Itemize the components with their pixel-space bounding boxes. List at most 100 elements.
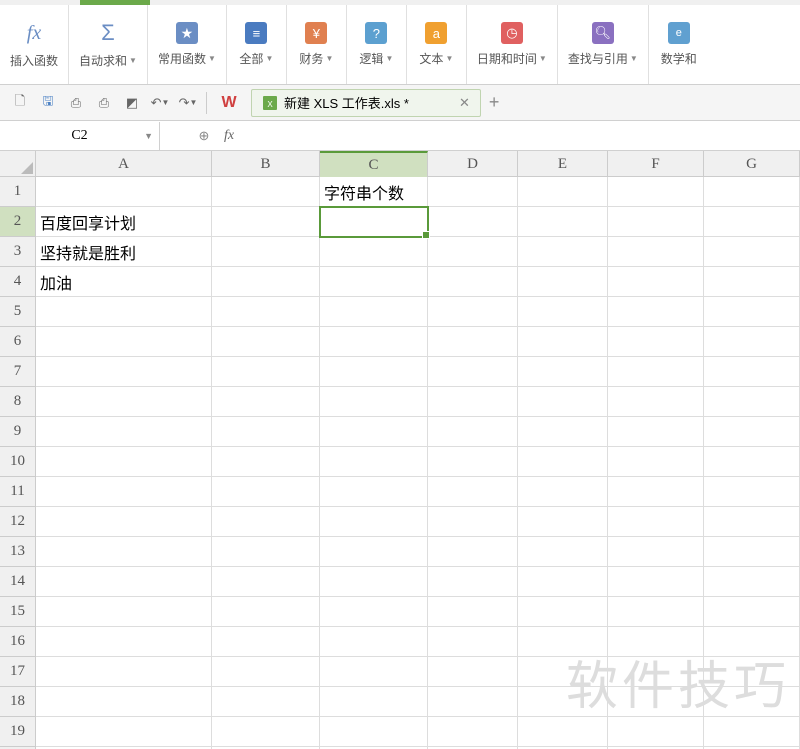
cell-D5[interactable] — [428, 297, 518, 327]
row-header-11[interactable]: 11 — [0, 477, 36, 507]
name-box[interactable]: C2 ▼ — [0, 122, 160, 150]
cell-B18[interactable] — [212, 687, 320, 717]
datetime-group[interactable]: ◷ 日期和时间▼ — [467, 5, 558, 84]
cell-F8[interactable] — [608, 387, 704, 417]
cell-B11[interactable] — [212, 477, 320, 507]
cell-C2[interactable] — [320, 207, 428, 237]
insert-function-group[interactable]: fx 插入函数 — [0, 5, 69, 84]
cell-A1[interactable] — [36, 177, 212, 207]
cell-C11[interactable] — [320, 477, 428, 507]
row-header-13[interactable]: 13 — [0, 537, 36, 567]
cell-A14[interactable] — [36, 567, 212, 597]
cell-E4[interactable] — [518, 267, 608, 297]
cell-B4[interactable] — [212, 267, 320, 297]
cell-D19[interactable] — [428, 717, 518, 747]
all-fn-group[interactable]: ≡ 全部▼ — [227, 5, 287, 84]
common-fn-group[interactable]: ★ 常用函数▼ — [148, 5, 227, 84]
cell-C13[interactable] — [320, 537, 428, 567]
row-header-10[interactable]: 10 — [0, 447, 36, 477]
cell-A16[interactable] — [36, 627, 212, 657]
cell-B6[interactable] — [212, 327, 320, 357]
cell-F16[interactable] — [608, 627, 704, 657]
cell-D15[interactable] — [428, 597, 518, 627]
row-header-14[interactable]: 14 — [0, 567, 36, 597]
cell-E2[interactable] — [518, 207, 608, 237]
cell-D4[interactable] — [428, 267, 518, 297]
cell-F2[interactable] — [608, 207, 704, 237]
cell-A8[interactable] — [36, 387, 212, 417]
row-header-1[interactable]: 1 — [0, 177, 36, 207]
cell-E19[interactable] — [518, 717, 608, 747]
cell-G14[interactable] — [704, 567, 800, 597]
cell-B13[interactable] — [212, 537, 320, 567]
cell-G4[interactable] — [704, 267, 800, 297]
cell-E15[interactable] — [518, 597, 608, 627]
cell-A18[interactable] — [36, 687, 212, 717]
cell-A15[interactable] — [36, 597, 212, 627]
cell-E16[interactable] — [518, 627, 608, 657]
chevron-down-icon[interactable]: ▼ — [144, 131, 153, 141]
cell-C16[interactable] — [320, 627, 428, 657]
col-header-E[interactable]: E — [518, 151, 608, 177]
cell-E14[interactable] — [518, 567, 608, 597]
cell-B9[interactable] — [212, 417, 320, 447]
cell-B2[interactable] — [212, 207, 320, 237]
cell-D18[interactable] — [428, 687, 518, 717]
cell-C14[interactable] — [320, 567, 428, 597]
cell-C6[interactable] — [320, 327, 428, 357]
cell-C7[interactable] — [320, 357, 428, 387]
cell-D6[interactable] — [428, 327, 518, 357]
cell-B10[interactable] — [212, 447, 320, 477]
cell-F17[interactable] — [608, 657, 704, 687]
cell-E12[interactable] — [518, 507, 608, 537]
new-tab-button[interactable]: + — [489, 92, 500, 113]
cell-A13[interactable] — [36, 537, 212, 567]
cell-D2[interactable] — [428, 207, 518, 237]
cell-E5[interactable] — [518, 297, 608, 327]
cell-B8[interactable] — [212, 387, 320, 417]
cell-B12[interactable] — [212, 507, 320, 537]
search-ref-group[interactable]: 🔍︎ 查找与引用▼ — [558, 5, 649, 84]
cell-B7[interactable] — [212, 357, 320, 387]
cell-F7[interactable] — [608, 357, 704, 387]
cell-C12[interactable] — [320, 507, 428, 537]
cell-A5[interactable] — [36, 297, 212, 327]
col-header-D[interactable]: D — [428, 151, 518, 177]
undo-icon[interactable]: ↶▼ — [146, 89, 174, 117]
cell-F18[interactable] — [608, 687, 704, 717]
cell-F13[interactable] — [608, 537, 704, 567]
col-header-C[interactable]: C — [320, 151, 428, 177]
math-group[interactable]: e 数学和 — [649, 5, 709, 84]
cell-D17[interactable] — [428, 657, 518, 687]
cell-A2[interactable]: 百度回享计划 — [36, 207, 212, 237]
cell-B17[interactable] — [212, 657, 320, 687]
cell-F4[interactable] — [608, 267, 704, 297]
cell-G17[interactable] — [704, 657, 800, 687]
cell-D8[interactable] — [428, 387, 518, 417]
cell-D1[interactable] — [428, 177, 518, 207]
cell-E11[interactable] — [518, 477, 608, 507]
finance-group[interactable]: ¥ 财务▼ — [287, 5, 347, 84]
cell-F6[interactable] — [608, 327, 704, 357]
cell-G15[interactable] — [704, 597, 800, 627]
cell-B3[interactable] — [212, 237, 320, 267]
close-tab-icon[interactable]: ✕ — [459, 95, 470, 111]
cell-F9[interactable] — [608, 417, 704, 447]
cell-A11[interactable] — [36, 477, 212, 507]
cell-F15[interactable] — [608, 597, 704, 627]
cell-A4[interactable]: 加油 — [36, 267, 212, 297]
cell-D10[interactable] — [428, 447, 518, 477]
cell-G9[interactable] — [704, 417, 800, 447]
cell-B5[interactable] — [212, 297, 320, 327]
select-all-corner[interactable] — [0, 151, 36, 177]
cell-A12[interactable] — [36, 507, 212, 537]
cell-F10[interactable] — [608, 447, 704, 477]
cell-A19[interactable] — [36, 717, 212, 747]
cell-C18[interactable] — [320, 687, 428, 717]
cell-G11[interactable] — [704, 477, 800, 507]
preview-icon[interactable]: ◩ — [118, 89, 146, 117]
cell-G5[interactable] — [704, 297, 800, 327]
cell-A9[interactable] — [36, 417, 212, 447]
cell-F1[interactable] — [608, 177, 704, 207]
cell-C19[interactable] — [320, 717, 428, 747]
